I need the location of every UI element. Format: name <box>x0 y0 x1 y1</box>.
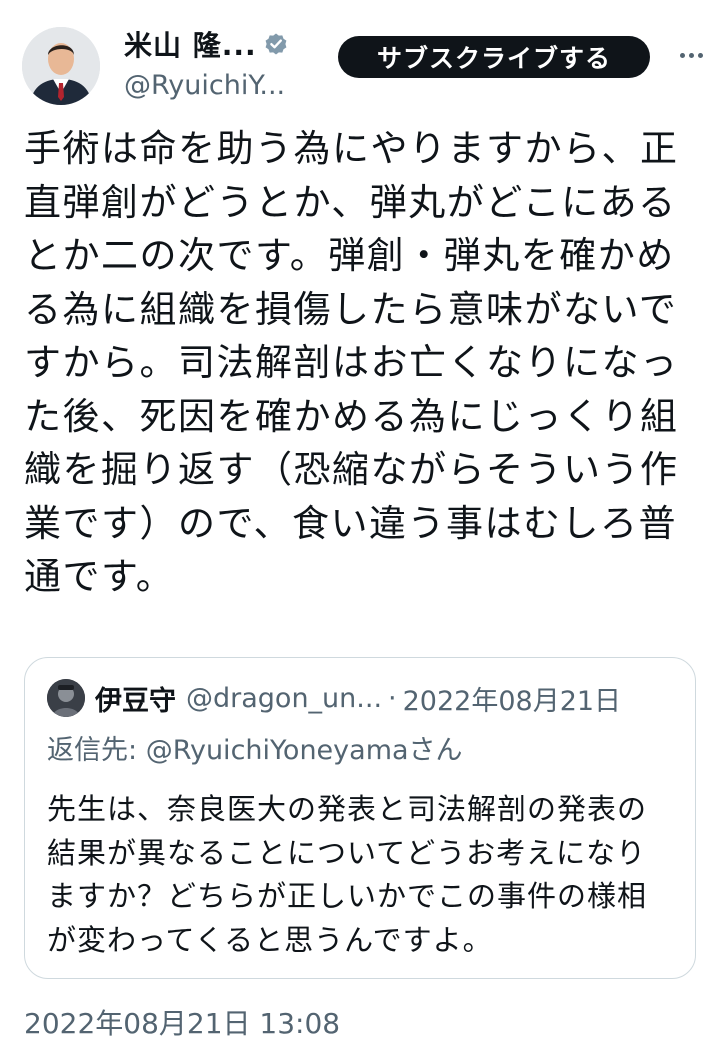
quoted-separator: · <box>388 682 397 714</box>
quoted-author-avatar[interactable] <box>47 679 85 717</box>
reply-prefix: 返信先: <box>47 735 146 766</box>
tweet-text: 手術は命を助う為にやりますから、正直弾創がどうとか、弾丸がどこにあるとか二の次で… <box>24 127 679 598</box>
author-handle[interactable]: @RyuichiY... <box>124 70 285 101</box>
quoted-display-name[interactable]: 伊豆守 <box>95 679 176 718</box>
quoted-tweet[interactable]: 伊豆守 @dragon_un... · 2022年08月21日 返信先: @Ry… <box>24 657 696 979</box>
quoted-reply-line: 返信先: @RyuichiYoneyamaさん <box>47 728 463 767</box>
quoted-date: 2022年08月21日 <box>402 685 622 717</box>
author-avatar[interactable] <box>22 27 100 105</box>
tweet-card: 米山 隆... @RyuichiY... サブスクライブする 手術は命を助う為に… <box>0 0 720 1048</box>
more-dot <box>679 52 685 58</box>
tweet-timestamp[interactable]: 2022年08月21日 13:08 <box>24 1002 340 1042</box>
more-dot <box>697 52 703 58</box>
more-options-icon[interactable] <box>676 40 706 70</box>
reply-to-handle[interactable]: @RyuichiYoneyama <box>146 735 409 766</box>
quoted-header: 伊豆守 @dragon_un... · 2022年08月21日 <box>95 678 621 718</box>
verified-badge-icon <box>263 31 289 57</box>
quoted-text: 先生は、奈良医大の発表と司法解剖の発表の結果が異なることについてどうお考えになり… <box>47 792 648 957</box>
author-display-name[interactable]: 米山 隆... <box>124 24 257 64</box>
subscribe-button[interactable]: サブスクライブする <box>338 36 650 78</box>
reply-suffix: さん <box>408 735 463 766</box>
author-name-row: 米山 隆... <box>124 26 289 62</box>
more-dot <box>688 52 694 58</box>
quoted-handle[interactable]: @dragon_un... <box>186 683 382 714</box>
